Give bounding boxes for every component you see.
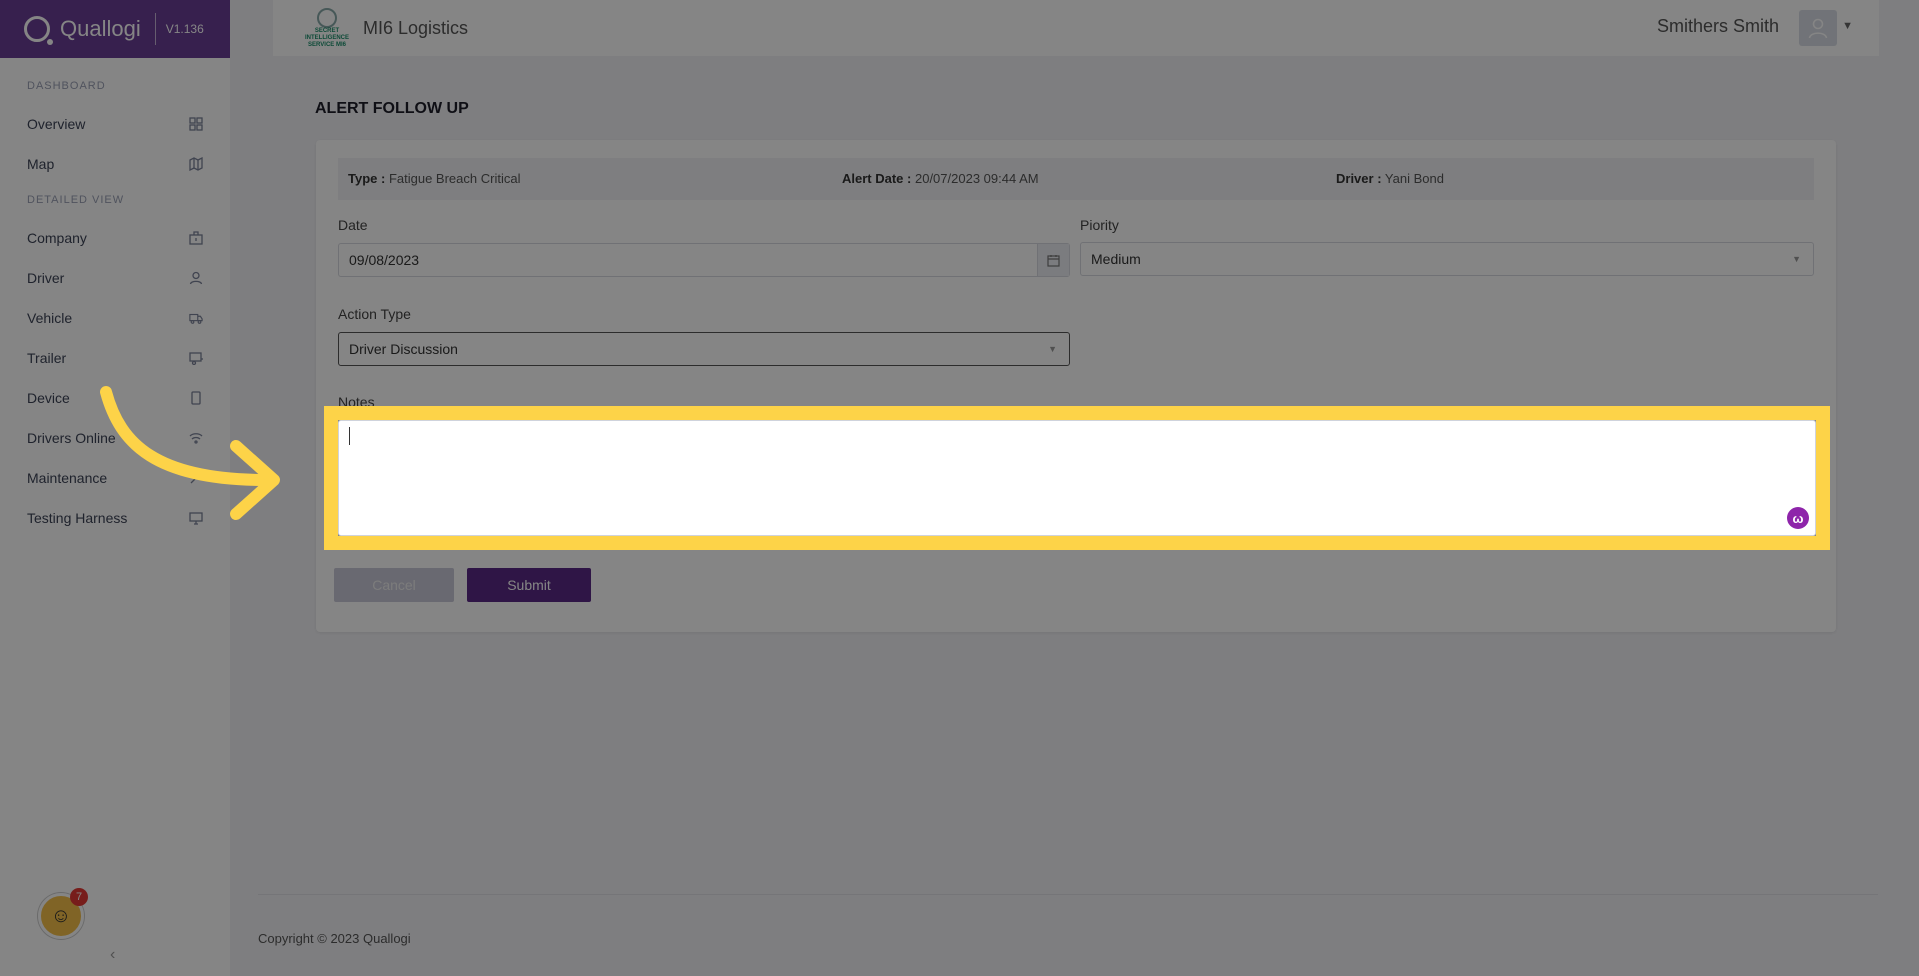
sidebar-item-company[interactable]: Company [0,218,230,258]
sidebar-item-overview[interactable]: Overview [0,104,230,144]
grid-icon [189,117,203,131]
action-type-select[interactable]: Driver Discussion ▼ [338,332,1070,366]
alert-driver: Driver : Yani Bond [1336,171,1444,186]
sidebar-item-label: Device [27,390,70,406]
user-name[interactable]: Smithers Smith [1657,16,1779,37]
action-type-label: Action Type [338,306,411,322]
submit-button[interactable]: Submit [467,568,591,602]
wrench-icon [189,471,203,485]
app-version: V1.136 [165,22,204,36]
alert-driver-value: Yani Bond [1384,171,1444,186]
date-input[interactable]: 09/08/2023 [338,243,1070,277]
brand-logo[interactable]: Quallogi [24,16,141,45]
brand-name: Quallogi [60,16,141,41]
alert-info-bar: Type : Fatigue Breach Critical Alert Dat… [338,158,1814,200]
date-value: 09/08/2023 [349,252,420,268]
sidebar-item-label: Vehicle [27,310,73,326]
alert-type-label: Type : [348,171,386,186]
quallogi-logo-icon [24,16,53,45]
building-icon [189,231,203,245]
sidebar-item-label: Testing Harness [27,510,128,526]
nav-section-detailed-view: DETAILED VIEW [27,194,125,206]
sidebar-item-device[interactable]: Device [0,378,230,418]
org-logo: SECRET INTELLIGENCE SERVICE MI6 [301,6,353,50]
alert-date-value: 20/07/2023 09:44 AM [914,171,1039,186]
top-header: SECRET INTELLIGENCE SERVICE MI6 MI6 Logi… [273,0,1879,56]
sidebar-item-vehicle[interactable]: Vehicle [0,298,230,338]
brand-header: Quallogi V1.136 [0,0,230,58]
monitor-icon [189,511,203,525]
org-logo-text: SECRET INTELLIGENCE SERVICE MI6 [304,27,349,48]
priority-label: Piority [1080,217,1119,233]
sidebar-item-label: Maintenance [27,470,108,486]
sidebar-item-label: Drivers Online [27,430,116,446]
sidebar-item-maintenance[interactable]: Maintenance [0,458,230,498]
user-avatar-icon[interactable] [1799,10,1837,46]
sidebar-item-label: Company [27,230,87,246]
alert-type-value: Fatigue Breach Critical [388,171,521,186]
sidebar-item-label: Driver [27,270,65,286]
crest-icon [317,7,337,28]
wifi-icon [189,431,203,445]
caret-down-icon[interactable]: ▼ [1842,20,1853,32]
date-label: Date [338,217,368,233]
sidebar-item-label: Overview [27,116,86,132]
brand-divider [154,13,156,45]
priority-select[interactable]: Medium ▼ [1080,242,1814,276]
alert-date-label: Alert Date : [842,171,912,186]
action-type-value: Driver Discussion [349,341,458,357]
sidebar-item-drivers-online[interactable]: Drivers Online [0,418,230,458]
map-icon [189,157,203,171]
chevron-down-icon: ▼ [1792,254,1801,264]
sidebar-item-label: Trailer [27,350,67,366]
truck-icon [189,311,203,325]
calendar-icon[interactable] [1037,244,1069,276]
notification-badge: 7 [70,888,88,906]
sidebar: Quallogi V1.136 DASHBOARD Overview Map D… [0,0,230,976]
sidebar-item-map[interactable]: Map [0,144,230,184]
cancel-button[interactable]: Cancel [334,568,454,602]
sidebar-item-label: Map [27,156,55,172]
sidebar-item-driver[interactable]: Driver [0,258,230,298]
notes-textarea[interactable] [338,422,1814,536]
user-icon [189,271,203,285]
sidebar-item-testing-harness[interactable]: Testing Harness [0,498,230,538]
nav-section-dashboard: DASHBOARD [27,80,106,92]
chevron-left-icon[interactable]: ‹ [110,946,115,964]
phone-icon [189,391,203,405]
alert-type: Type : Fatigue Breach Critical [348,171,520,186]
priority-value: Medium [1091,251,1141,267]
sidebar-item-trailer[interactable]: Trailer [0,338,230,378]
footer-divider [258,894,1878,895]
alert-driver-label: Driver : [1336,171,1382,186]
footer-copyright: Copyright © 2023 Quallogi [258,931,411,946]
org-name: MI6 Logistics [363,17,469,38]
trailer-icon [189,351,203,365]
alert-date: Alert Date : 20/07/2023 09:44 AM [842,171,1039,186]
page-title: ALERT FOLLOW UP [315,100,469,117]
notes-label: Notes [338,394,375,410]
chevron-down-icon: ▼ [1048,344,1057,354]
alert-follow-up-form: Type : Fatigue Breach Critical Alert Dat… [316,140,1836,632]
